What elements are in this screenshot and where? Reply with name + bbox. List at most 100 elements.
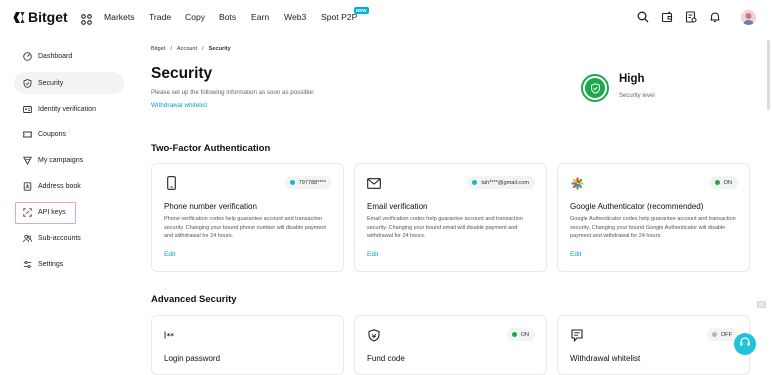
advanced-security-section-title: Advanced Security (151, 294, 237, 305)
breadcrumb-separator: / (202, 46, 204, 52)
nav-trade[interactable]: Trade (149, 12, 171, 22)
sidebar-item-coupons[interactable]: Coupons (14, 123, 124, 145)
status-badge: ON (506, 328, 535, 341)
google-authenticator-card: ON Google Authenticator (recommended) Go… (557, 163, 750, 272)
status-badge: ON (709, 176, 738, 189)
new-badge: NEW (354, 7, 369, 14)
phone-icon (164, 176, 178, 190)
security-level-badge (581, 74, 609, 102)
breadcrumb-bitget[interactable]: Bitget (151, 46, 165, 52)
sidebar-item-address-book[interactable]: Address book (14, 175, 124, 197)
sidebar-item-label: Address book (38, 182, 81, 190)
fund-code-card: ON Fund code (354, 315, 547, 375)
fund-code-status-text: ON (520, 331, 529, 338)
page-title: Security (151, 65, 213, 82)
sidebar-item-dashboard[interactable]: Dashboard (14, 45, 124, 67)
card-description: Email verification codes help guarantee … (367, 216, 523, 240)
status-dot (511, 332, 517, 337)
sidebar-item-security[interactable]: Security (14, 72, 124, 94)
nav-copy[interactable]: Copy (185, 12, 205, 22)
coupon-icon (23, 130, 32, 139)
sidebar-item-label: Coupons (38, 130, 67, 138)
breadcrumb-account[interactable]: Account (177, 46, 197, 52)
bitget-logo[interactable]: Bitget (13, 9, 68, 25)
password-icon: ** (164, 328, 178, 342)
customer-support-button[interactable] (734, 333, 756, 355)
sidebar-item-label: Dashboard (38, 52, 73, 60)
sidebar-item-label: Identity verification (38, 105, 96, 113)
phone-verification-card: 797788**** Phone number verification Pho… (151, 163, 344, 272)
page-description: Please set up the following information … (151, 89, 315, 96)
card-title: Withdrawal whitelist (570, 354, 641, 363)
dashboard-icon (23, 51, 32, 61)
headset-icon (739, 335, 751, 353)
notification-bell-icon[interactable] (708, 10, 722, 24)
mail-icon (367, 176, 381, 190)
settings-sliders-icon (23, 260, 32, 269)
security-level-value: High (619, 73, 645, 85)
card-title: Google Authenticator (recommended) (570, 202, 704, 211)
nav-web3[interactable]: Web3 (284, 12, 306, 22)
search-icon[interactable] (636, 10, 650, 24)
top-navigation-bar: Bitget Markets Trade Copy Bots Earn Web3… (0, 0, 772, 36)
sidebar-item-identity-verification[interactable]: Identity verification (14, 98, 124, 120)
status-badge: 797788**** (284, 176, 332, 189)
orders-icon[interactable] (684, 10, 698, 24)
shield-icon (23, 78, 32, 88)
users-icon (23, 234, 32, 243)
sidebar-item-label: Settings (38, 260, 64, 268)
address-book-icon (23, 181, 32, 191)
card-title: Phone number verification (164, 202, 257, 211)
card-description: Phone verification codes help guarantee … (164, 216, 326, 240)
wallet-icon[interactable] (660, 10, 674, 24)
card-title: Login password (164, 354, 221, 363)
fund-code-icon (367, 328, 381, 342)
sidebar-item-label: Sub-accounts (38, 234, 81, 242)
sidebar-item-label: Security (38, 79, 64, 87)
page-scrollbar[interactable] (767, 40, 770, 110)
sidebar-item-settings[interactable]: Settings (14, 253, 124, 275)
floating-widget-icon[interactable] (757, 300, 766, 309)
sidebar-item-sub-accounts[interactable]: Sub-accounts (14, 227, 124, 249)
breadcrumb: Bitget / Account / Security (151, 46, 231, 52)
brand-name: Bitget (28, 9, 68, 25)
email-status-text: tah****@gmail.com (481, 179, 529, 186)
google-status-text: ON (723, 179, 732, 186)
status-dot (289, 180, 295, 185)
breadcrumb-separator: / (170, 46, 172, 52)
whitelist-icon (570, 328, 584, 342)
status-dot (472, 180, 478, 185)
security-level-label: Security level (619, 93, 655, 99)
nav-spot-p2p[interactable]: Spot P2P (321, 12, 357, 22)
nav-earn[interactable]: Earn (251, 12, 269, 22)
card-title: Email verification (367, 202, 428, 211)
trophy-icon (23, 156, 32, 165)
api-keys-highlight-box (15, 202, 76, 224)
phone-status-text: 797788**** (298, 179, 326, 186)
login-password-card: ** Login password (151, 315, 344, 375)
nav-markets[interactable]: Markets (104, 12, 135, 22)
google-edit-link[interactable]: Edit (570, 251, 581, 258)
sidebar-item-my-campaigns[interactable]: My campaigns (14, 149, 124, 171)
user-avatar[interactable] (741, 10, 756, 25)
card-description: Google Authenticator codes help guarante… (570, 216, 736, 240)
withdrawal-whitelist-card: OFF Withdrawal whitelist (557, 315, 750, 375)
status-dot (714, 180, 720, 185)
email-edit-link[interactable]: Edit (367, 251, 378, 258)
whitelist-status-text: OFF (720, 331, 732, 338)
status-badge: OFF (706, 328, 738, 341)
email-verification-card: tah****@gmail.com Email verification Ema… (354, 163, 547, 272)
id-card-icon (23, 105, 32, 114)
status-dot (711, 332, 717, 337)
two-factor-section-title: Two-Factor Authentication (151, 143, 271, 154)
withdrawal-whitelist-link[interactable]: Withdrawal whitelist (151, 102, 207, 109)
shield-check-icon (585, 78, 605, 98)
apps-grid-icon[interactable] (81, 12, 92, 30)
breadcrumb-security: Security (208, 46, 231, 52)
nav-bots[interactable]: Bots (219, 12, 236, 22)
card-title: Fund code (367, 354, 405, 363)
status-badge: tah****@gmail.com (467, 176, 535, 189)
sidebar-item-label: My campaigns (38, 156, 84, 164)
phone-edit-link[interactable]: Edit (164, 251, 175, 258)
bitget-logo-icon (13, 11, 25, 23)
